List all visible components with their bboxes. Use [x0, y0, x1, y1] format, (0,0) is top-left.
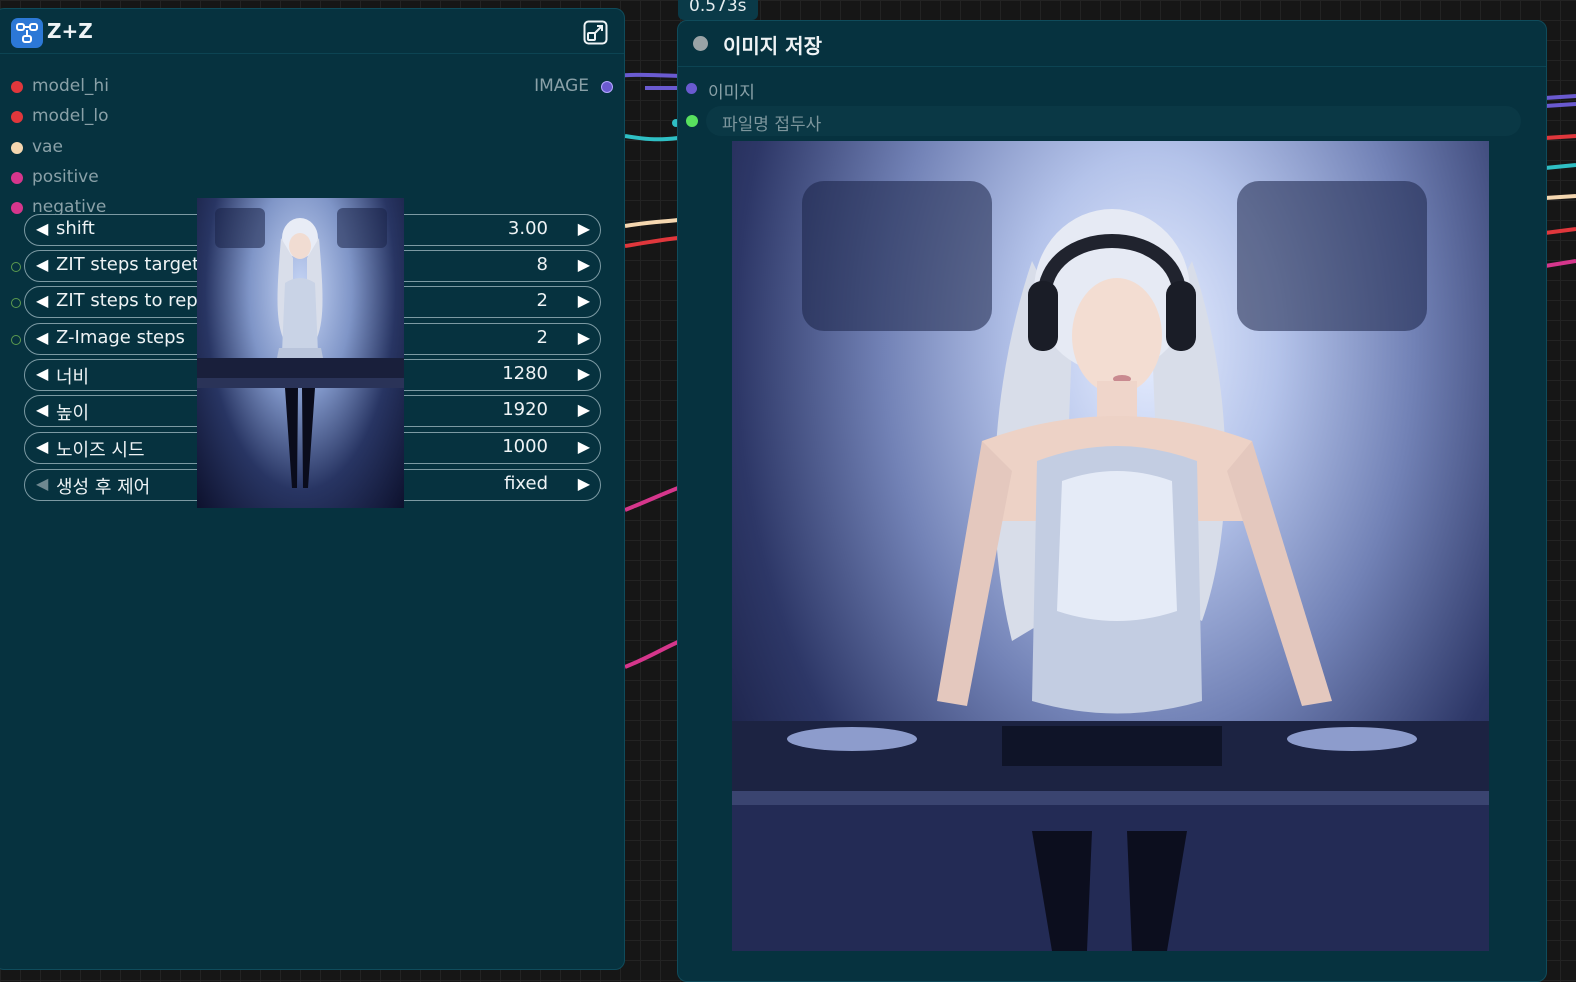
input-slot-dot[interactable]	[11, 172, 23, 184]
output-slot-dot[interactable]	[601, 81, 613, 93]
arrow-left-icon[interactable]: ◀	[36, 291, 48, 310]
arrow-right-icon[interactable]: ▶	[578, 291, 590, 310]
arrow-right-icon[interactable]: ▶	[578, 400, 590, 419]
input-label: model_hi	[32, 76, 109, 96]
input-slot-dot[interactable]	[686, 83, 697, 94]
arrow-left-icon[interactable]: ◀	[36, 364, 48, 383]
arrow-right-icon[interactable]: ▶	[578, 255, 590, 274]
arrow-left-icon[interactable]: ◀	[36, 474, 48, 493]
node-preview-thumbnail	[197, 198, 404, 508]
output-label: IMAGE	[534, 76, 589, 96]
input-label: 이미지	[708, 83, 755, 103]
node-title: Z+Z	[47, 19, 93, 43]
widget-value[interactable]: 1000	[502, 436, 548, 457]
node-header[interactable]: 이미지 저장	[678, 21, 1546, 67]
output-image[interactable]: IMAGE	[515, 75, 615, 99]
arrow-right-icon[interactable]: ▶	[578, 474, 590, 493]
input-label: model_lo	[32, 106, 109, 126]
filename-prefix-placeholder: 파일명 접두사	[722, 115, 822, 135]
input-slot-dot[interactable]	[11, 81, 23, 93]
execution-time: 0.573s	[689, 0, 747, 16]
input-slot-dot[interactable]	[11, 202, 23, 214]
input-slot-dot[interactable]	[11, 142, 23, 154]
widget-input-ring[interactable]	[11, 262, 21, 272]
widget-value[interactable]: 1280	[502, 363, 548, 384]
widget-label: ZIT steps to repl	[56, 290, 203, 311]
node-title: 이미지 저장	[723, 34, 822, 58]
widget-label: ZIT steps target	[56, 254, 200, 275]
node-header[interactable]: Z+Z	[0, 9, 624, 54]
arrow-right-icon[interactable]: ▶	[578, 219, 590, 238]
widget-label: 높이	[56, 403, 90, 424]
widget-label: 너비	[56, 367, 90, 388]
widget-value[interactable]: 2	[537, 290, 548, 311]
widget-label: 생성 후 제어	[56, 477, 151, 498]
arrow-left-icon[interactable]: ◀	[36, 400, 48, 419]
saved-image-preview[interactable]	[732, 141, 1489, 951]
input-label: vae	[32, 137, 63, 157]
widget-label: Z-Image steps	[56, 327, 185, 348]
arrow-left-icon[interactable]: ◀	[36, 219, 48, 238]
input-slot-dot[interactable]	[11, 111, 23, 123]
arrow-left-icon[interactable]: ◀	[36, 328, 48, 347]
subgraph-icon[interactable]	[11, 18, 43, 48]
widget-value[interactable]: 2	[537, 327, 548, 348]
widget-value[interactable]: 8	[537, 254, 548, 275]
input-label: positive	[32, 167, 99, 187]
node-status-dot[interactable]	[693, 36, 708, 51]
arrow-right-icon[interactable]: ▶	[578, 437, 590, 456]
arrow-left-icon[interactable]: ◀	[36, 437, 48, 456]
widget-input-ring[interactable]	[11, 298, 21, 308]
widget-input-ring[interactable]	[11, 335, 21, 345]
execution-time-badge: 0.573s	[678, 0, 758, 20]
widget-input-dot[interactable]	[686, 115, 698, 127]
arrow-left-icon[interactable]: ◀	[36, 255, 48, 274]
widget-value[interactable]: fixed	[504, 473, 548, 494]
filename-prefix-input[interactable]: 파일명 접두사	[706, 106, 1521, 136]
expand-icon[interactable]	[583, 20, 608, 45]
widget-value[interactable]: 1920	[502, 399, 548, 420]
widget-value[interactable]: 3.00	[508, 218, 548, 239]
arrow-right-icon[interactable]: ▶	[578, 364, 590, 383]
arrow-right-icon[interactable]: ▶	[578, 328, 590, 347]
widget-label: shift	[56, 218, 95, 239]
widget-label: 노이즈 시드	[56, 440, 145, 461]
